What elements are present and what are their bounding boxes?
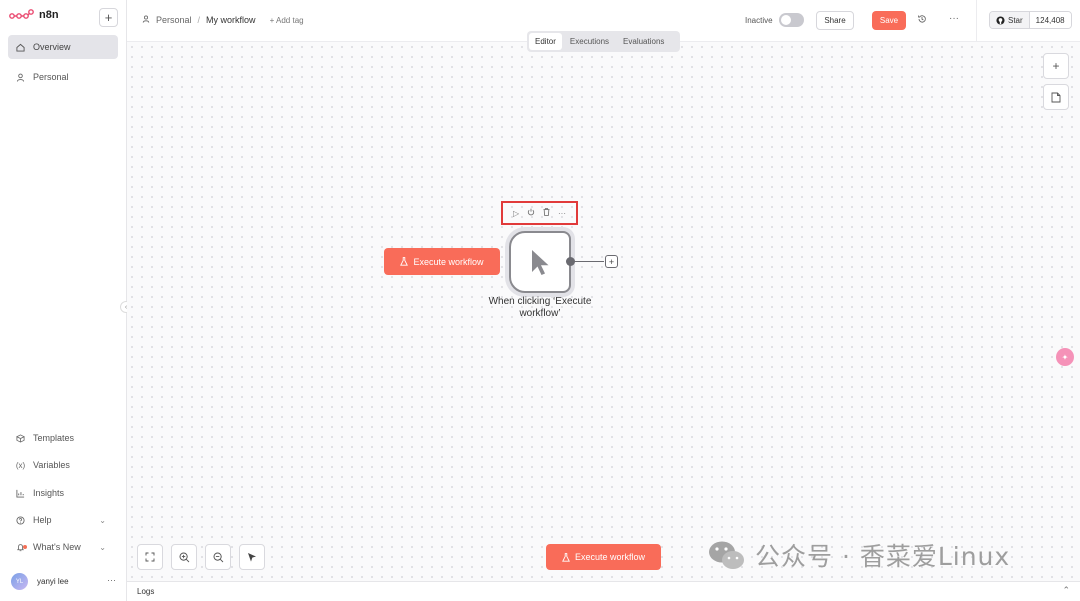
sidebar-item-templates[interactable]: Templates (8, 426, 118, 450)
tab-editor[interactable]: Editor (529, 33, 562, 50)
share-button[interactable]: Share (816, 11, 854, 30)
breadcrumb: Personal / My workflow + Add tag (142, 15, 304, 25)
user-name: yanyi lee (37, 577, 69, 586)
manual-trigger-node[interactable] (509, 231, 571, 293)
breadcrumb-project[interactable]: Personal (156, 15, 192, 25)
sidebar-item-label: Templates (33, 433, 75, 443)
node-toolbar: ▷ ··· (501, 201, 578, 225)
github-star-label: Star (1008, 15, 1023, 25)
github-star-count: 124,408 (1029, 12, 1071, 28)
history-icon[interactable] (917, 14, 927, 27)
plus-icon: + (1052, 59, 1060, 73)
play-icon[interactable]: ▷ (513, 209, 519, 218)
flask-icon (400, 257, 409, 266)
variable-icon: (x) (15, 460, 26, 470)
add-next-node-button[interactable]: + (605, 255, 618, 268)
flask-icon (562, 552, 570, 562)
zoom-out-button[interactable] (205, 544, 231, 570)
node-label: When clicking ‘Execute workflow’ (488, 296, 592, 319)
add-node-button[interactable]: + (1043, 53, 1069, 79)
sidebar-item-label: Variables (33, 460, 70, 470)
watermark-text: 公众号 · 香菜爱Linux (755, 542, 1011, 571)
power-icon[interactable] (527, 208, 535, 218)
brand-name: n8n (39, 9, 59, 21)
cursor-icon (532, 250, 549, 275)
trash-icon[interactable] (543, 208, 550, 218)
sidebar-item-variables[interactable]: (x) Variables (8, 453, 118, 477)
user-icon (16, 73, 25, 82)
execute-label: Execute workflow (413, 256, 484, 267)
user-menu[interactable]: YL yanyi lee ··· (11, 573, 116, 590)
bell-icon (16, 543, 27, 552)
fit-view-icon (145, 552, 155, 562)
zoom-in-icon (179, 552, 189, 562)
add-button[interactable]: + (99, 8, 118, 27)
sidebar-item-personal[interactable]: Personal (8, 65, 118, 89)
zoom-out-icon (213, 552, 223, 562)
sidebar-item-label: What's New (33, 542, 81, 552)
brand[interactable]: n8n (9, 9, 59, 21)
zoom-in-button[interactable] (171, 544, 197, 570)
sidebar-item-label: Help (33, 515, 52, 525)
tab-evaluations[interactable]: Evaluations (617, 33, 670, 50)
more-options-icon[interactable]: ··· (949, 13, 959, 24)
watermark: 公众号 · 香菜爱Linux (707, 537, 1010, 573)
execute-label: Execute workflow (574, 552, 646, 562)
sticky-note-button[interactable] (1043, 84, 1069, 110)
github-icon (996, 15, 1005, 25)
workflow-title[interactable]: My workflow (206, 15, 256, 25)
sidebar: n8n + Overview Personal Templates (x) Va… (0, 0, 127, 601)
logs-label: Logs (137, 587, 155, 596)
wechat-icon (709, 541, 744, 569)
box-icon (16, 433, 25, 443)
chevron-down-icon: ⌄ (99, 515, 106, 525)
select-mode-button[interactable] (239, 544, 265, 570)
home-icon (16, 43, 25, 52)
workflow-canvas[interactable]: + Execute workflow ▷ ··· + When clicking… (127, 42, 1080, 581)
fit-view-button[interactable] (137, 544, 163, 570)
n8n-logo-icon (9, 9, 34, 19)
avatar: YL (11, 573, 28, 590)
note-icon (1051, 92, 1061, 102)
ai-assistant-icon[interactable]: ✦ (1056, 348, 1074, 366)
sidebar-item-whats-new[interactable]: What's New ⌄ (8, 535, 118, 559)
save-button[interactable]: Save (872, 11, 906, 30)
sidebar-item-label: Personal (33, 72, 69, 82)
breadcrumb-separator: / (197, 15, 201, 25)
chart-icon (16, 489, 25, 498)
logs-panel[interactable]: Logs ⌃ (127, 581, 1080, 601)
github-star-button[interactable]: Star 124,408 (989, 11, 1072, 29)
user-icon (142, 15, 150, 25)
execute-workflow-button[interactable]: Execute workflow (384, 248, 500, 275)
active-toggle[interactable] (779, 13, 804, 27)
view-tabs: Editor Executions Evaluations (527, 31, 680, 52)
status-label: Inactive (745, 16, 773, 25)
add-tag-link[interactable]: + Add tag (270, 16, 304, 25)
chevron-down-icon: ⌄ (99, 542, 106, 552)
pointer-icon (248, 552, 256, 562)
sidebar-item-label: Overview (33, 42, 71, 52)
sidebar-item-overview[interactable]: Overview (8, 35, 118, 59)
execute-workflow-button-bottom[interactable]: Execute workflow (546, 544, 661, 570)
divider (976, 0, 977, 42)
sidebar-item-help[interactable]: Help ⌄ (8, 508, 118, 532)
connector-line (574, 261, 604, 262)
sidebar-item-insights[interactable]: Insights (8, 481, 118, 505)
help-icon (16, 515, 25, 525)
tab-executions[interactable]: Executions (564, 33, 615, 50)
sidebar-item-label: Insights (33, 488, 65, 498)
more-icon[interactable]: ··· (107, 575, 116, 585)
chevron-up-icon[interactable]: ⌃ (1062, 585, 1070, 596)
more-icon[interactable]: ··· (558, 209, 566, 218)
notification-dot (23, 544, 27, 549)
